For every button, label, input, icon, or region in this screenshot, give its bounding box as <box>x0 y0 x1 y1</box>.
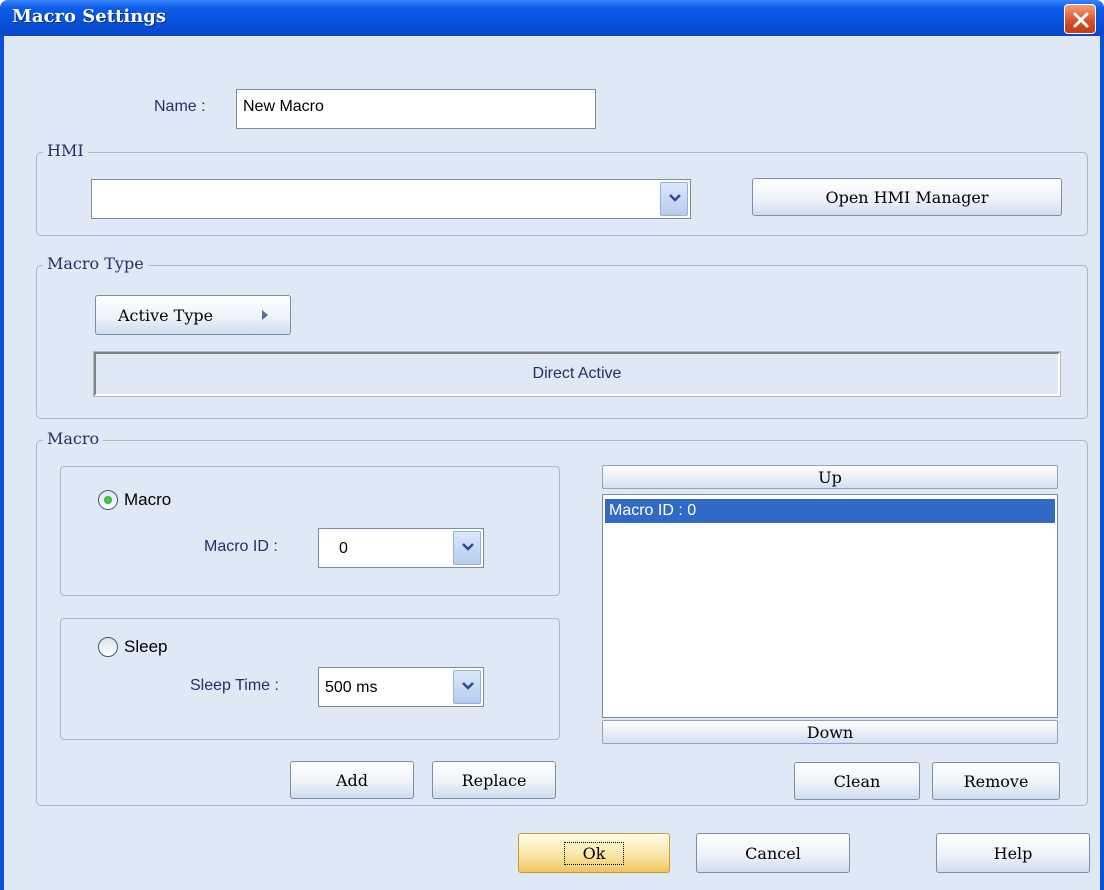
active-type-status: Direct Active <box>93 351 1061 397</box>
active-type-label: Active Type <box>118 305 214 325</box>
sleep-time-label: Sleep Time : <box>190 677 279 694</box>
sleep-time-arrow[interactable] <box>453 670 481 704</box>
dialog-client-area: Name : New Macro HMI Open HMI Manager Ma… <box>4 36 1100 890</box>
radio-selected-dot <box>104 496 112 504</box>
name-label: Name : <box>154 98 206 115</box>
macro-id-select[interactable]: 0 <box>318 528 484 568</box>
move-down-button[interactable]: Down <box>602 720 1058 744</box>
clean-button[interactable]: Clean <box>794 762 920 800</box>
macro-option-panel <box>60 466 560 596</box>
macro-type-group-title: Macro Type <box>43 254 148 273</box>
chevron-down-icon <box>462 682 474 690</box>
macro-id-label: Macro ID : <box>204 538 278 555</box>
name-input[interactable]: New Macro <box>236 89 596 129</box>
list-item[interactable]: Macro ID : 0 <box>605 499 1055 523</box>
close-icon <box>1073 12 1089 28</box>
macro-id-value: 0 <box>339 540 348 557</box>
dialog-title: Macro Settings <box>12 6 167 27</box>
sleep-time-select[interactable]: 500 ms <box>318 667 484 707</box>
hmi-select[interactable] <box>91 179 691 219</box>
macro-radio[interactable] <box>98 490 118 510</box>
triangle-right-icon <box>262 310 268 320</box>
add-button[interactable]: Add <box>290 761 414 799</box>
sleep-radio-label: Sleep <box>124 637 168 656</box>
active-type-button[interactable]: Active Type <box>95 295 291 335</box>
macro-settings-dialog: Macro Settings Name : New Macro HMI Open… <box>0 0 1104 890</box>
cancel-button[interactable]: Cancel <box>696 833 850 873</box>
chevron-down-icon <box>462 543 474 551</box>
sleep-time-value: 500 ms <box>325 679 378 696</box>
help-button[interactable]: Help <box>936 833 1090 873</box>
macro-radio-label: Macro <box>124 490 172 509</box>
move-up-button[interactable]: Up <box>602 465 1058 489</box>
sleep-radio[interactable] <box>98 637 118 657</box>
close-button[interactable] <box>1064 4 1096 34</box>
title-bar[interactable]: Macro Settings <box>0 0 1104 36</box>
hmi-group-title: HMI <box>43 141 88 160</box>
name-input-value: New Macro <box>243 98 324 115</box>
open-hmi-manager-button[interactable]: Open HMI Manager <box>752 178 1062 216</box>
macro-group-title: Macro <box>43 429 104 448</box>
replace-button[interactable]: Replace <box>432 761 556 799</box>
ok-label: Ok <box>563 841 625 865</box>
chevron-down-icon <box>669 194 681 202</box>
ok-button[interactable]: Ok <box>518 833 670 873</box>
hmi-select-arrow[interactable] <box>660 182 688 216</box>
macro-id-arrow[interactable] <box>453 531 481 565</box>
remove-button[interactable]: Remove <box>932 762 1060 800</box>
macro-list[interactable]: Macro ID : 0 <box>602 494 1058 718</box>
